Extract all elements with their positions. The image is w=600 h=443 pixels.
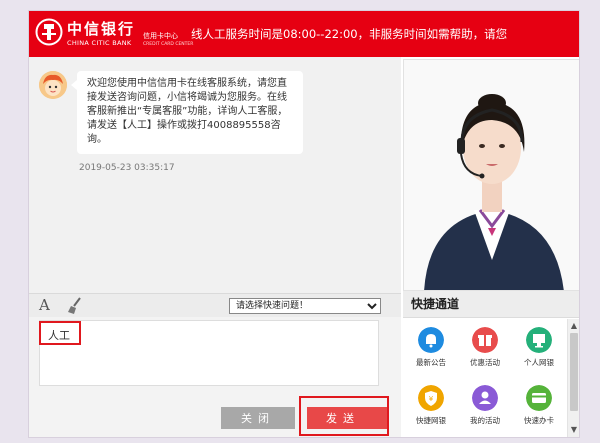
bot-avatar	[39, 71, 67, 99]
bell-icon	[418, 327, 444, 353]
shortcut-grid: 最新公告 优惠活动 个人网银 ¥ 快捷网银 我的活动 快速办卡	[403, 319, 567, 437]
bank-name-cn: 中信银行	[67, 20, 136, 38]
card-center-label: 信用卡中心	[143, 32, 178, 40]
chat-history[interactable]: 欢迎您使用中信信用卡在线客服系统，请您直接发送咨询问题，小信将竭诚为您服务。在线…	[29, 57, 401, 293]
close-button[interactable]: 关闭	[221, 407, 295, 429]
shortcut-label: 快捷网银	[416, 416, 446, 425]
monitor-icon	[526, 327, 552, 353]
card-center-label-en: CREDIT CARD CENTER	[143, 42, 194, 47]
customer-service-agent-image	[404, 60, 579, 290]
shortcut-label: 最新公告	[416, 358, 446, 367]
input-highlight-box	[39, 321, 81, 345]
svg-text:¥: ¥	[429, 395, 434, 403]
shortcut-label: 优惠活动	[470, 358, 500, 367]
shortcut-apply-card[interactable]: 快速办卡	[513, 385, 563, 435]
gift-icon	[472, 327, 498, 353]
scrollbar-thumb[interactable]	[570, 333, 578, 411]
bot-avatar-icon	[39, 71, 67, 99]
input-toolbar: A 请选择快速问题！	[29, 293, 401, 318]
citic-logo: 中信银行 CHINA CITIC BANK 信用卡中心 CREDIT CARD …	[35, 18, 195, 52]
scroll-up-icon[interactable]: ▲	[568, 321, 579, 331]
agent-photo	[403, 59, 579, 291]
input-area: 人工	[29, 317, 401, 405]
quick-access-panel: 快捷通道 最新公告 优惠活动 个人网银 ¥ 快捷网银 我的活动 快速办卡 ▲ ▼	[403, 291, 579, 437]
shortcut-scrollbar[interactable]: ▲ ▼	[567, 319, 579, 437]
message-input[interactable]: 人工	[39, 320, 379, 386]
quick-access-title: 快捷通道	[403, 291, 579, 318]
service-hours-notice: 线人工服务时间是08:00--22:00，非服务时间如需帮助，请您	[191, 27, 508, 41]
shortcut-quick-banking[interactable]: ¥ 快捷网银	[405, 385, 455, 435]
shortcut-promotions[interactable]: 优惠活动	[459, 327, 509, 377]
clear-brush-icon[interactable]	[67, 297, 83, 315]
bot-message-bubble: 欢迎您使用中信信用卡在线客服系统，请您直接发送咨询问题，小信将竭诚为您服务。在线…	[71, 71, 303, 154]
user-icon	[472, 385, 498, 411]
message-timestamp: 2019-05-23 03:35:17	[79, 163, 175, 173]
shortcut-my-activities[interactable]: 我的活动	[459, 385, 509, 435]
shortcut-personal-banking[interactable]: 个人网银	[513, 327, 563, 377]
quick-question-select[interactable]: 请选择快速问题！	[229, 298, 381, 314]
header-bar: 中信银行 CHINA CITIC BANK 信用卡中心 CREDIT CARD …	[29, 11, 579, 57]
scroll-down-icon[interactable]: ▼	[568, 425, 579, 435]
chat-window: 中信银行 CHINA CITIC BANK 信用卡中心 CREDIT CARD …	[28, 10, 580, 438]
shortcut-announcement[interactable]: 最新公告	[405, 327, 455, 377]
citic-logo-mark-icon	[35, 18, 63, 46]
shortcut-label: 快速办卡	[524, 416, 554, 425]
shortcut-label: 个人网银	[524, 358, 554, 367]
send-highlight-box	[299, 396, 389, 436]
card-icon	[526, 385, 552, 411]
font-size-icon[interactable]: A	[39, 296, 50, 314]
shortcut-label: 我的活动	[470, 416, 500, 425]
shield-icon: ¥	[418, 385, 444, 411]
bank-name-en: CHINA CITIC BANK	[67, 39, 132, 47]
